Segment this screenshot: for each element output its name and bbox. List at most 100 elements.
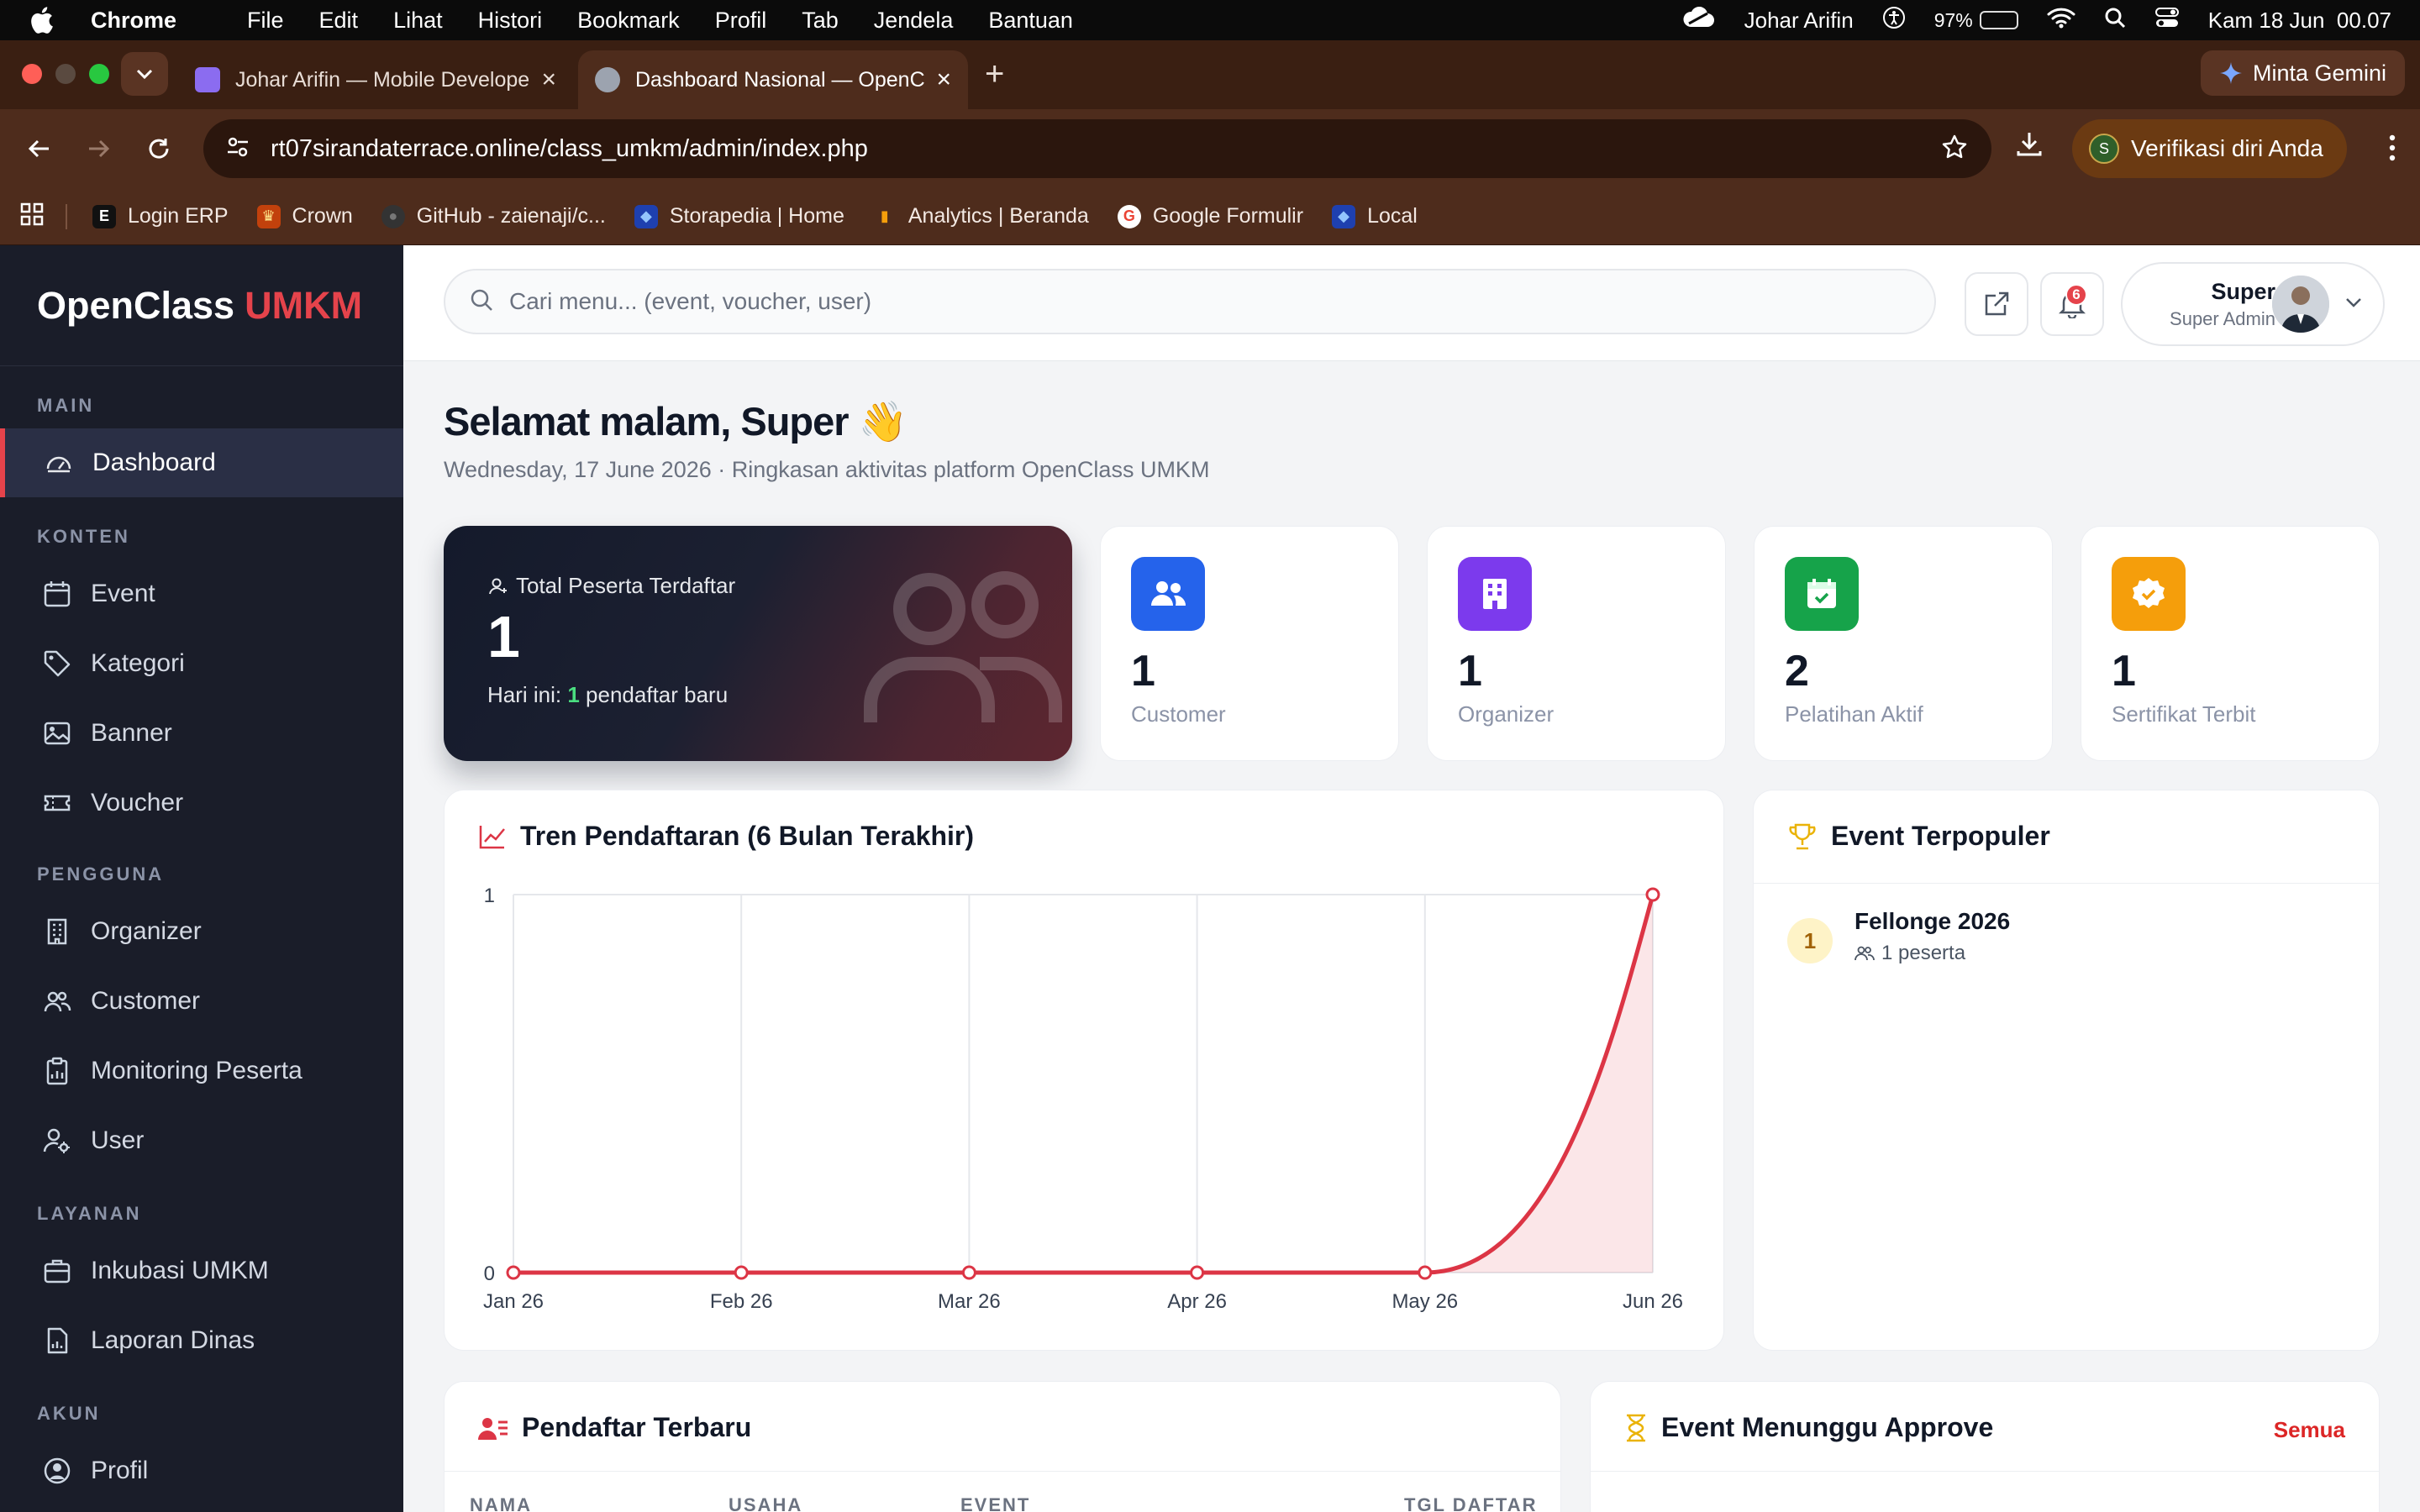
sidebar-item-voucher[interactable]: Voucher bbox=[0, 769, 403, 837]
cloud-icon[interactable] bbox=[1682, 6, 1716, 34]
total-participants-card: Total Peserta Terdaftar 1 Hari ini: 1 pe… bbox=[444, 526, 1072, 761]
spotlight-search-icon[interactable] bbox=[2104, 7, 2126, 34]
series-area bbox=[513, 895, 1653, 1273]
bookmark-analytics[interactable]: ▮ Analytics | Beranda bbox=[873, 204, 1089, 228]
github-icon: ● bbox=[381, 204, 405, 228]
stat-card-customer[interactable]: 1 Customer bbox=[1100, 526, 1399, 761]
dashboard-icon bbox=[44, 448, 74, 478]
tab-search-button[interactable] bbox=[121, 52, 168, 96]
view-all-link[interactable]: Semua bbox=[2274, 1417, 2345, 1443]
sidebar-item-event[interactable]: Event bbox=[0, 559, 403, 628]
bookmark-star-icon[interactable] bbox=[1941, 134, 1968, 165]
close-tab-icon[interactable]: × bbox=[936, 66, 951, 94]
browser-tab-1[interactable]: Johar Arifin — Mobile Developer × bbox=[178, 50, 573, 109]
menubar-clock[interactable]: Kam 18 Jun 00.07 bbox=[2208, 8, 2391, 34]
forward-button[interactable] bbox=[81, 131, 116, 166]
back-button[interactable] bbox=[22, 131, 57, 166]
menu-histori[interactable]: Histori bbox=[478, 8, 543, 34]
sidebar-item-customer[interactable]: Customer bbox=[0, 967, 403, 1036]
stat-value: 1 bbox=[2112, 647, 2136, 696]
search-input[interactable] bbox=[509, 288, 1934, 315]
menu-profil[interactable]: Profil bbox=[715, 8, 767, 34]
stat-card-pelatihan-aktif[interactable]: 2 Pelatihan Aktif bbox=[1754, 526, 2053, 761]
sidebar-item-laporan-dinas[interactable]: Laporan Dinas bbox=[0, 1306, 403, 1375]
sidebar-item-profil[interactable]: Profil bbox=[0, 1436, 403, 1505]
reload-button[interactable] bbox=[141, 131, 176, 166]
user-menu[interactable]: Super Super Admin bbox=[2121, 262, 2385, 346]
sidebar-item-kategori[interactable]: Kategori bbox=[0, 629, 403, 698]
control-center-icon[interactable] bbox=[2154, 7, 2180, 34]
stat-label: Organizer bbox=[1458, 701, 1555, 727]
wifi-icon[interactable] bbox=[2047, 7, 2075, 34]
minimize-window-button[interactable] bbox=[55, 64, 76, 84]
hero-label-row: Total Peserta Terdaftar bbox=[487, 573, 735, 599]
address-bar[interactable]: rt07sirandaterrace.online/class_umkm/adm… bbox=[203, 119, 1991, 178]
menu-file[interactable]: File bbox=[247, 8, 284, 34]
sidebar-item-organizer[interactable]: Organizer bbox=[0, 897, 403, 966]
list-item[interactable]: 1 Fellonge 2026 1 peserta bbox=[1787, 905, 2010, 965]
apple-icon[interactable] bbox=[29, 0, 72, 40]
zoom-window-button[interactable] bbox=[89, 64, 109, 84]
stat-label: Customer bbox=[1131, 701, 1226, 727]
menu-bantuan[interactable]: Bantuan bbox=[988, 8, 1073, 34]
sidebar-item-user[interactable]: User bbox=[0, 1106, 403, 1175]
verify-identity-button[interactable]: S Verifikasi diri Anda bbox=[2072, 119, 2347, 178]
users-icon bbox=[42, 986, 72, 1016]
site-settings-icon[interactable] bbox=[225, 134, 259, 164]
new-tab-button[interactable]: + bbox=[985, 55, 1004, 93]
bookmarks-bar: E Login ERP ♛ Crown ● GitHub - zaienaji/c..… bbox=[0, 188, 2420, 245]
sidebar-item-inkubasi-umkm[interactable]: Inkubasi UMKM bbox=[0, 1236, 403, 1305]
stat-card-sertifikat-terbit[interactable]: 1 Sertifikat Terbit bbox=[2081, 526, 2380, 761]
url-text[interactable]: rt07sirandaterrace.online/class_umkm/adm… bbox=[271, 135, 1941, 163]
browser-menu-button[interactable] bbox=[2388, 133, 2396, 167]
popular-title: Event Terpopuler bbox=[1831, 821, 2050, 851]
column-header-event[interactable]: EVENT bbox=[960, 1494, 1030, 1512]
sidebar-item-monitoring-peserta[interactable]: Monitoring Peserta bbox=[0, 1037, 403, 1105]
close-window-button[interactable] bbox=[22, 64, 42, 84]
latest-registrants-card: Pendaftar Terbaru NAMA USAHA EVENT TGL D… bbox=[444, 1381, 1561, 1512]
menu-app-name[interactable]: Chrome bbox=[91, 8, 176, 34]
sidebar-item-dashboard[interactable]: Dashboard bbox=[0, 428, 403, 497]
trophy-icon bbox=[1789, 823, 1816, 849]
apps-grid-icon[interactable] bbox=[20, 202, 44, 230]
open-site-button[interactable] bbox=[1965, 272, 2028, 336]
top-header: 6 Super Super Admin bbox=[403, 245, 2420, 361]
accessibility-icon[interactable] bbox=[1882, 6, 1906, 35]
bookmark-google-forms[interactable]: G Google Formulir bbox=[1117, 204, 1303, 228]
menu-edit[interactable]: Edit bbox=[319, 8, 359, 34]
menubar-user[interactable]: Johar Arifin bbox=[1744, 8, 1854, 34]
gemini-button[interactable]: Minta Gemini bbox=[2200, 50, 2405, 96]
downloads-button[interactable] bbox=[2015, 129, 2044, 162]
column-header-usaha[interactable]: USAHA bbox=[729, 1494, 802, 1512]
battery-status[interactable]: 97% bbox=[1934, 9, 2018, 32]
x-tick-label: Mar 26 bbox=[938, 1290, 1001, 1313]
chart-title-row: Tren Pendaftaran (6 Bulan Terakhir) bbox=[478, 821, 974, 852]
sidebar-item-banner[interactable]: Banner bbox=[0, 699, 403, 768]
bookmark-crown[interactable]: ♛ Crown bbox=[256, 204, 353, 228]
popular-title-row: Event Terpopuler bbox=[1787, 821, 2050, 852]
bookmark-storapedia[interactable]: ◆ Storapedia | Home bbox=[634, 204, 844, 228]
menu-lihat[interactable]: Lihat bbox=[393, 8, 443, 34]
stat-label: Pelatihan Aktif bbox=[1785, 701, 1923, 727]
bookmark-github[interactable]: ● GitHub - zaienaji/c... bbox=[381, 204, 606, 228]
bookmark-local[interactable]: ◆ Local bbox=[1332, 204, 1418, 228]
column-header-nama[interactable]: NAMA bbox=[470, 1494, 532, 1512]
browser-tab-2-active[interactable]: Dashboard Nasional — OpenClass × bbox=[578, 50, 968, 109]
bookmark-login-erp[interactable]: E Login ERP bbox=[92, 204, 229, 228]
search-box[interactable] bbox=[444, 269, 1936, 334]
approval-title: Event Menunggu Approve bbox=[1661, 1412, 1994, 1442]
menu-bookmark[interactable]: Bookmark bbox=[577, 8, 680, 34]
menu-tab[interactable]: Tab bbox=[802, 8, 839, 34]
stat-card-organizer[interactable]: 1 Organizer bbox=[1427, 526, 1726, 761]
data-point bbox=[961, 1265, 976, 1280]
chart-line-icon bbox=[479, 825, 505, 848]
column-header-tgl-daftar[interactable]: TGL DAFTAR bbox=[1404, 1494, 1538, 1512]
battery-percent: 97% bbox=[1933, 8, 1973, 31]
app-logo[interactable]: OpenClass UMKM bbox=[0, 245, 403, 366]
notifications-button[interactable]: 6 bbox=[2040, 272, 2104, 336]
close-tab-icon[interactable]: × bbox=[541, 66, 556, 94]
sidebar-item-label: Banner bbox=[91, 719, 172, 747]
menu-jendela[interactable]: Jendela bbox=[874, 8, 954, 34]
sidebar-item-label: Laporan Dinas bbox=[91, 1326, 255, 1354]
external-link-icon bbox=[1985, 291, 2009, 316]
